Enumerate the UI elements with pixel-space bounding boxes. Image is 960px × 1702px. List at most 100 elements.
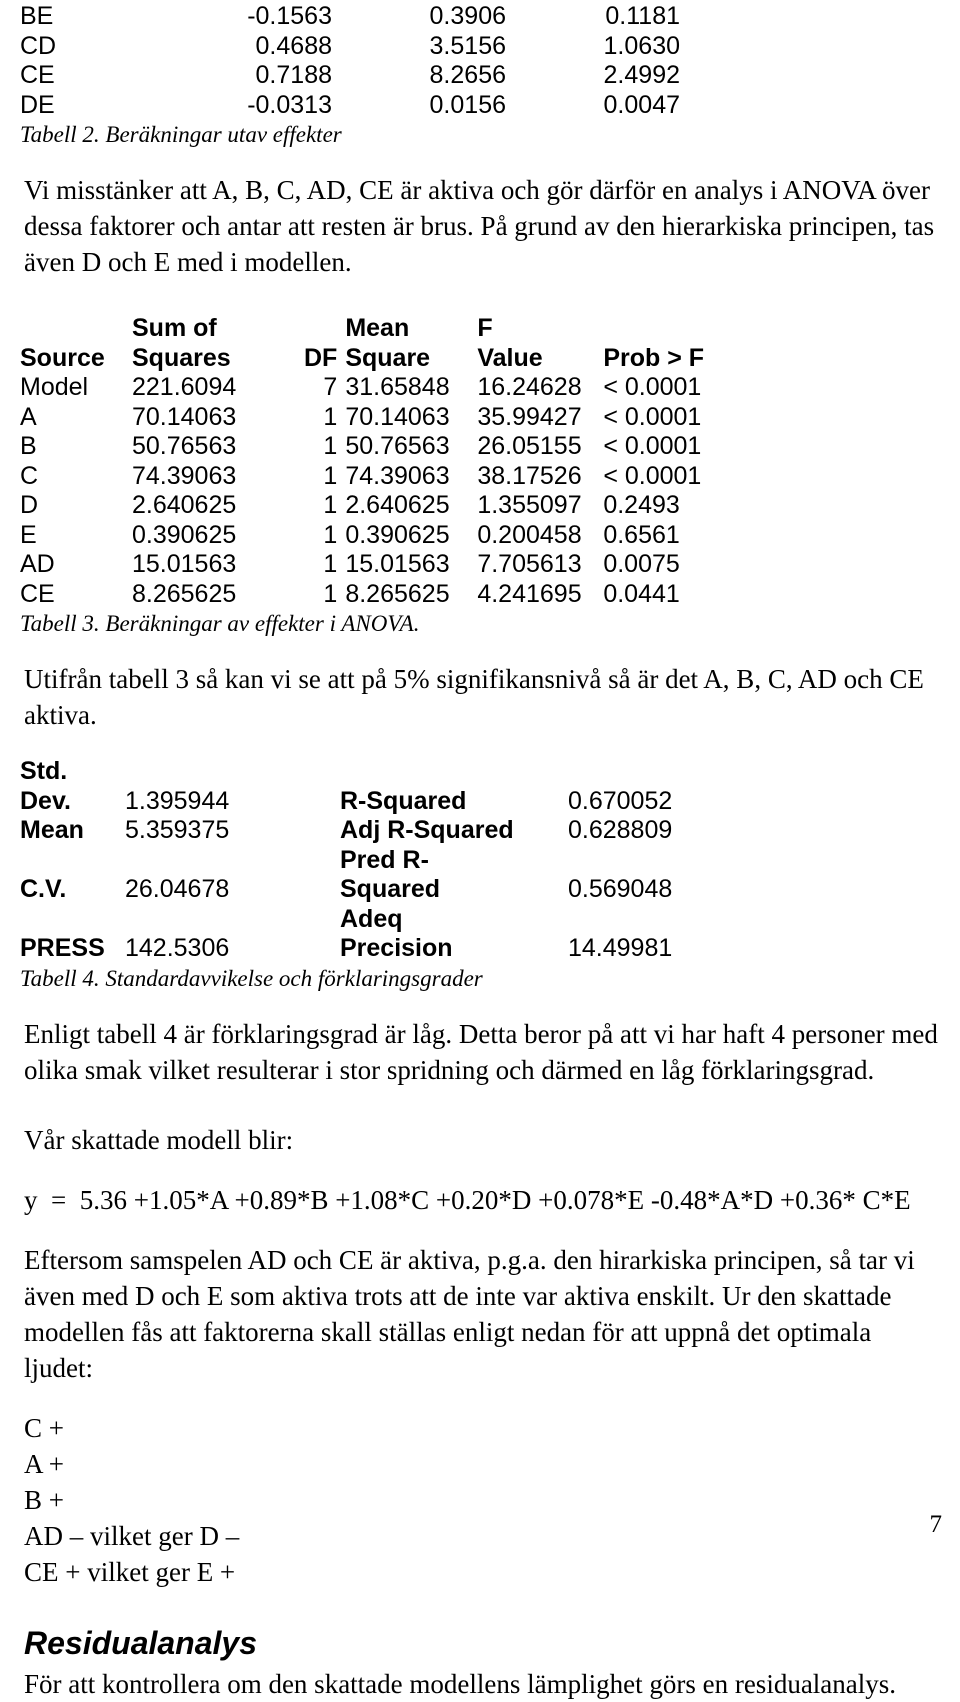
table-row: C.V. 26.04678 Squared 0.569048 [20,875,768,905]
effects-contrib: 1.0630 [603,31,680,60]
stat-label-left: PRESS [20,934,105,962]
table-row: Std. [20,757,768,787]
table-row: CE 0.7188 8.2656 2.4992 [20,61,694,91]
table-row: CD 0.4688 3.5156 1.0630 [20,32,694,62]
list-item: AD – vilket ger D – [24,1520,240,1551]
anova-header-row-2: Source Squares DF Square Value Prob > F [20,344,753,374]
anova-source: B [20,432,37,460]
stat-value-right: 0.569048 [568,875,673,903]
section-heading-residualanalys: Residualanalys [24,1624,257,1661]
anova-table: Sum of Mean F Source Squares DF Square V… [20,314,753,609]
anova-df: 1 [323,461,338,490]
page-number: 7 [929,1511,943,1538]
effects-contrib: 2.4992 [603,61,680,89]
anova-f-value: 4.241695 [477,579,582,608]
anova-prob: < 0.0001 [603,432,702,460]
effects-contrib: 0.1181 [605,2,680,30]
paragraph-residual-intro: För att kontrollera om den skattade mode… [24,1668,897,1699]
paragraph-explanation: Enligt tabell 4 är förklaringsgrad är lå… [24,1018,938,1085]
anova-source: AD [20,550,55,578]
anova-prob: 0.0441 [603,579,680,608]
table3-caption: Tabell 3. Beräkningar av effekter i ANOV… [20,611,420,636]
anova-header-prob-1 [603,314,753,344]
list-item: B + [24,1484,64,1515]
table-row: E 0.390625 1 0.390625 0.200458 0.6561 [20,521,753,551]
anova-sum-squares: 74.39063 [132,461,237,490]
anova-source: Model [20,373,89,401]
anova-sum-squares: 221.6094 [132,373,237,401]
anova-prob: < 0.0001 [603,373,702,401]
paragraph-significance: Utifrån tabell 3 så kan vi se att på 5% … [24,664,924,730]
anova-df: 7 [323,373,338,401]
factor-settings-list: C + A + B + AD – vilket ger D – CE + vil… [14,1410,946,1590]
effects-source: BE [20,2,54,30]
anova-df: 1 [323,579,338,608]
anova-df: 1 [323,520,338,549]
stat-label-right: Adeq [340,904,403,933]
anova-source: E [20,520,37,549]
list-item: C + [24,1412,64,1443]
anova-header-meansq-1: Mean [345,314,410,342]
effects-sum-sq: 0.0156 [429,90,506,119]
stat-value-right [568,846,768,876]
anova-f-value: 35.99427 [477,402,582,431]
summary-stats-table: Std. Dev. 1.395944 R-Squared 0.670052 Me… [20,757,768,964]
document-page: BE -0.1563 0.3906 0.1181 CD 0.4688 3.515… [0,2,960,1699]
effects-effect: -0.0313 [247,90,332,119]
table-row: Dev. 1.395944 R-Squared 0.670052 [20,787,768,817]
stat-value-left [125,905,340,935]
effects-sum-sq: 8.2656 [429,61,506,89]
stat-value-right: 0.628809 [568,816,673,844]
stat-value-right [568,757,768,787]
anova-df: 1 [323,432,338,460]
stat-label-right: Pred R- [340,845,429,874]
anova-prob: 0.2493 [603,491,680,519]
table-row: C 74.39063 1 74.39063 38.17526 < 0.0001 [20,462,753,492]
effects-sum-sq: 0.3906 [429,2,506,30]
table-row: Pred R- [20,846,768,876]
stat-value-left [125,846,340,876]
anova-f-value: 1.355097 [477,491,582,519]
anova-mean-square: 70.14063 [345,402,450,431]
stat-label-left: Mean [20,816,84,844]
anova-header-source-1 [20,314,132,344]
anova-f-value: 0.200458 [477,520,582,549]
anova-mean-square: 31.65848 [345,373,450,401]
anova-f-value: 38.17526 [477,461,582,490]
anova-header-sumsq: Squares [132,343,231,372]
stat-value-left: 1.395944 [125,786,230,815]
table-row: AD 15.01563 1 15.01563 7.705613 0.0075 [20,550,753,580]
anova-header-fvalue-1: F [477,314,493,342]
table-row: DE -0.0313 0.0156 0.0047 [20,91,694,121]
anova-mean-square: 0.390625 [345,520,450,549]
table-row: PRESS 142.5306 Precision 14.49981 [20,934,768,964]
anova-sum-squares: 50.76563 [132,432,237,460]
anova-prob: 0.6561 [603,520,680,549]
table2-caption: Tabell 2. Beräkningar utav effekter [20,122,342,147]
paragraph-model-intro: Vår skattade modell blir: [24,1124,294,1155]
anova-source: CE [20,579,55,608]
model-equation: y = 5.36 +1.05*A +0.89*B +1.08*C +0.20*D… [24,1184,911,1215]
table-row: Model 221.6094 7 31.65848 16.24628 < 0.0… [20,373,753,403]
stat-label-left: Dev. [20,786,71,815]
table-row: D 2.640625 1 2.640625 1.355097 0.2493 [20,491,753,521]
table-row: Adeq [20,905,768,935]
anova-header-sumsq-1: Sum of [132,314,217,342]
table-row: BE -0.1563 0.3906 0.1181 [20,2,694,32]
anova-sum-squares: 15.01563 [132,550,237,578]
anova-source: C [20,461,39,490]
paragraph-hierarchy: Eftersom samspelen AD och CE är aktiva, … [24,1244,915,1383]
stat-value-left [125,757,340,787]
anova-df: 1 [323,491,338,519]
anova-df: 1 [323,550,338,578]
anova-prob: 0.0075 [603,550,680,578]
anova-f-value: 26.05155 [477,432,582,460]
effects-source: CD [20,31,57,60]
list-item: CE + vilket ger E + [24,1556,236,1587]
anova-header-fvalue: Value [477,343,543,372]
anova-header-row-1: Sum of Mean F [20,314,753,344]
stat-label-left [20,846,125,876]
table-row: CE 8.265625 1 8.265625 4.241695 0.0441 [20,580,753,610]
effects-source: DE [20,90,55,119]
table4-caption: Tabell 4. Standardavvikelse och förklari… [20,965,483,991]
